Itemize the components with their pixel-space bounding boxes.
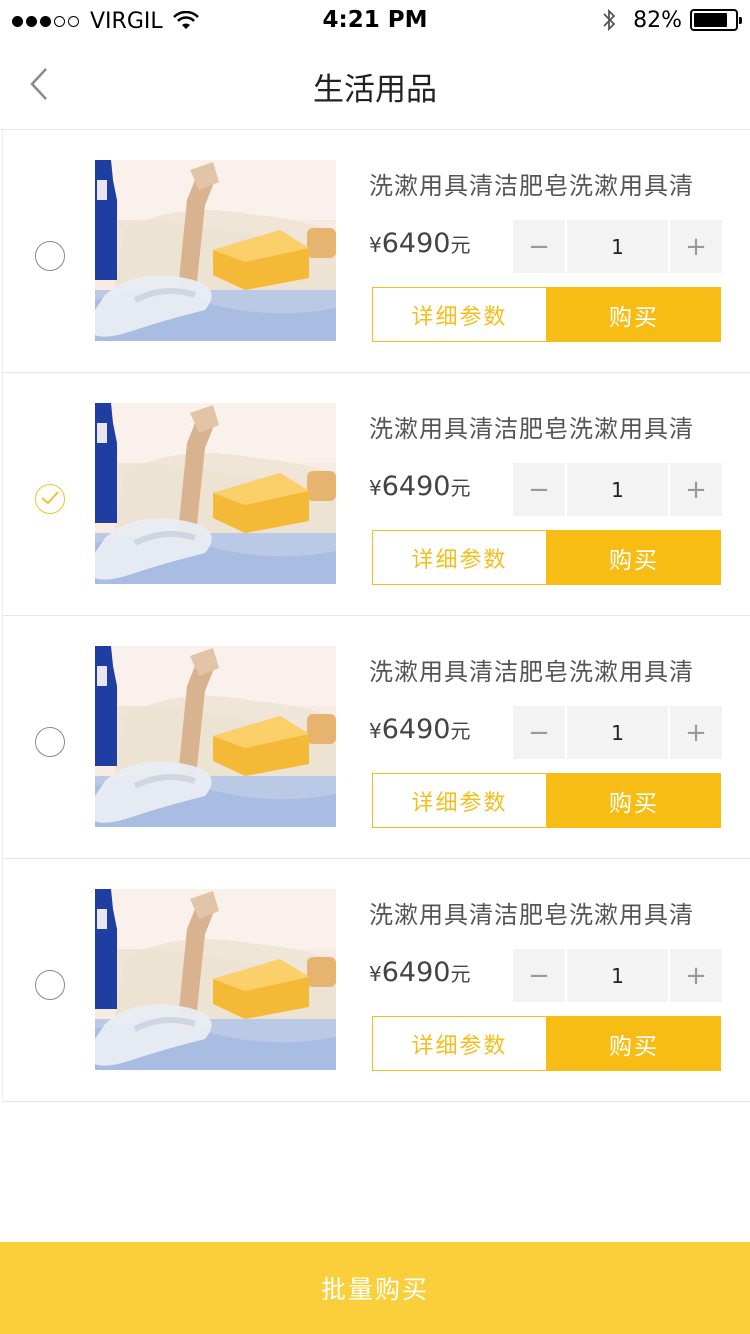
soap-towel-image [95,403,336,584]
quantity-value[interactable]: 1 [567,949,668,1002]
product-item: 洗漱用具清洁肥皂洗漱用具清 ¥6490元 − 1 + 详细参数 购买 [2,859,750,1102]
price-value: 6490 [381,714,451,745]
product-image [95,403,336,584]
product-item: 洗漱用具清洁肥皂洗漱用具清 ¥6490元 − 1 + 详细参数 购买 [2,616,750,859]
battery-percent: 82% [633,7,682,33]
product-image [95,889,336,1070]
currency-symbol: ¥ [369,233,382,257]
product-item: 洗漱用具清洁肥皂洗漱用具清 ¥6490元 − 1 + 详细参数 购买 [2,373,750,616]
currency-symbol: ¥ [369,962,382,986]
increase-button[interactable]: + [670,949,722,1002]
product-price: ¥6490元 [369,471,470,502]
select-radio[interactable] [35,727,65,757]
quantity-value[interactable]: 1 [567,220,668,273]
price-value: 6490 [381,957,451,988]
increase-button[interactable]: + [670,220,722,273]
price-value: 6490 [381,471,451,502]
product-list: 洗漱用具清洁肥皂洗漱用具清 ¥6490元 − 1 + 详细参数 购买 洗漱用具清… [2,130,750,1102]
quantity-value[interactable]: 1 [567,706,668,759]
product-image [95,160,336,341]
soap-towel-image [95,160,336,341]
increase-button[interactable]: + [670,463,722,516]
decrease-button[interactable]: − [513,220,565,273]
increase-button[interactable]: + [670,706,722,759]
quantity-stepper: − 1 + [513,706,722,759]
battery-icon [690,9,742,31]
product-title[interactable]: 洗漱用具清洁肥皂洗漱用具清 [369,409,744,444]
decrease-button[interactable]: − [513,706,565,759]
price-unit: 元 [450,476,471,500]
buy-button[interactable]: 购买 [547,1016,721,1071]
bulk-buy-button[interactable]: 批量购买 [0,1242,750,1334]
quantity-stepper: − 1 + [513,949,722,1002]
product-price: ¥6490元 [369,957,470,988]
price-unit: 元 [450,719,471,743]
product-image [95,646,336,827]
product-price: ¥6490元 [369,228,470,259]
price-value: 6490 [381,228,451,259]
quantity-stepper: − 1 + [513,220,722,273]
soap-towel-image [95,646,336,827]
decrease-button[interactable]: − [513,949,565,1002]
buy-button[interactable]: 购买 [547,530,721,585]
buy-button[interactable]: 购买 [547,287,721,342]
product-price: ¥6490元 [369,714,470,745]
currency-symbol: ¥ [369,476,382,500]
status-right: 82% [601,6,742,34]
detail-params-button[interactable]: 详细参数 [372,773,547,828]
soap-towel-image [95,889,336,1070]
quantity-value[interactable]: 1 [567,463,668,516]
decrease-button[interactable]: − [513,463,565,516]
product-title[interactable]: 洗漱用具清洁肥皂洗漱用具清 [369,652,744,687]
product-item: 洗漱用具清洁肥皂洗漱用具清 ¥6490元 − 1 + 详细参数 购买 [2,130,750,373]
page-title: 生活用品 [313,72,437,108]
select-radio[interactable] [35,241,65,271]
select-radio-checked[interactable] [35,484,65,514]
select-radio[interactable] [35,970,65,1000]
price-unit: 元 [450,962,471,986]
status-bar: VIRGIL 4:21 PM 82% [0,0,750,40]
detail-params-button[interactable]: 详细参数 [372,1016,547,1071]
price-unit: 元 [450,233,471,257]
battery-fill [694,13,727,27]
currency-symbol: ¥ [369,719,382,743]
buy-button[interactable]: 购买 [547,773,721,828]
bluetooth-icon [603,8,616,32]
quantity-stepper: − 1 + [513,463,722,516]
check-icon [41,491,59,505]
detail-params-button[interactable]: 详细参数 [372,530,547,585]
product-title[interactable]: 洗漱用具清洁肥皂洗漱用具清 [369,166,744,201]
detail-params-button[interactable]: 详细参数 [372,287,547,342]
product-title[interactable]: 洗漱用具清洁肥皂洗漱用具清 [369,895,744,930]
nav-bar: 生活用品 [0,40,750,130]
